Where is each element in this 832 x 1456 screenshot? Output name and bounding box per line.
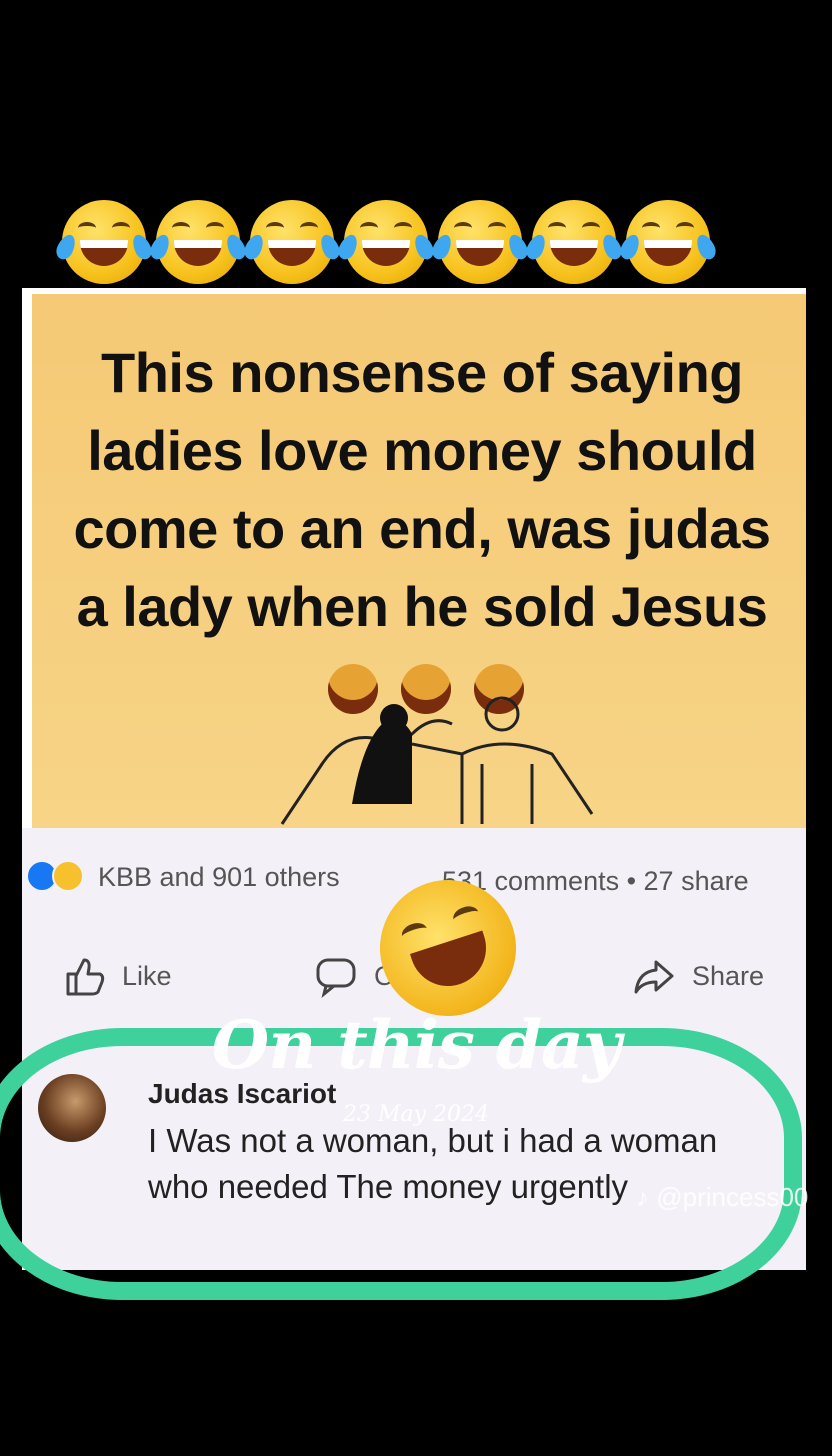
share-button[interactable]: Share xyxy=(632,954,764,998)
post-headline: This nonsense of saying ladies love mone… xyxy=(52,334,792,724)
laughing-crying-emoji-icon xyxy=(617,200,719,284)
laughing-crying-emoji-icon xyxy=(429,200,531,284)
share-arrow-icon xyxy=(634,960,674,994)
thumbs-up-icon xyxy=(66,958,105,996)
like-label: Like xyxy=(122,960,172,991)
laughing-crying-emoji-icon xyxy=(241,200,343,284)
on-this-day-title: On this day xyxy=(211,1006,621,1084)
laughing-crying-emoji-icon xyxy=(523,200,625,284)
watermark-handle: @princess00 xyxy=(656,1182,809,1212)
laughing-crying-emoji-icon xyxy=(147,200,249,284)
tiktok-logo-icon: ♪ xyxy=(636,1182,649,1212)
share-label: Share xyxy=(692,960,765,991)
like-button[interactable]: Like xyxy=(62,954,172,998)
laughing-emoji-row xyxy=(53,200,732,284)
haha-reaction-icon xyxy=(52,860,84,892)
couple-drawing xyxy=(280,696,594,825)
laughing-crying-emoji-icon xyxy=(53,200,155,284)
comment-bubble-icon xyxy=(316,958,356,998)
reactions-count[interactable]: KBB and 901 others xyxy=(98,862,340,893)
reaction-icons xyxy=(26,860,84,892)
memory-date: 23 May 2024 xyxy=(342,1102,490,1127)
laughing-crying-emoji-icon xyxy=(335,200,437,284)
headline-text: This nonsense of saying ladies love mone… xyxy=(73,341,771,638)
post-image-card: This nonsense of saying ladies love mone… xyxy=(32,294,806,830)
tiktok-watermark: ♪ @princess00 xyxy=(636,1182,808,1213)
